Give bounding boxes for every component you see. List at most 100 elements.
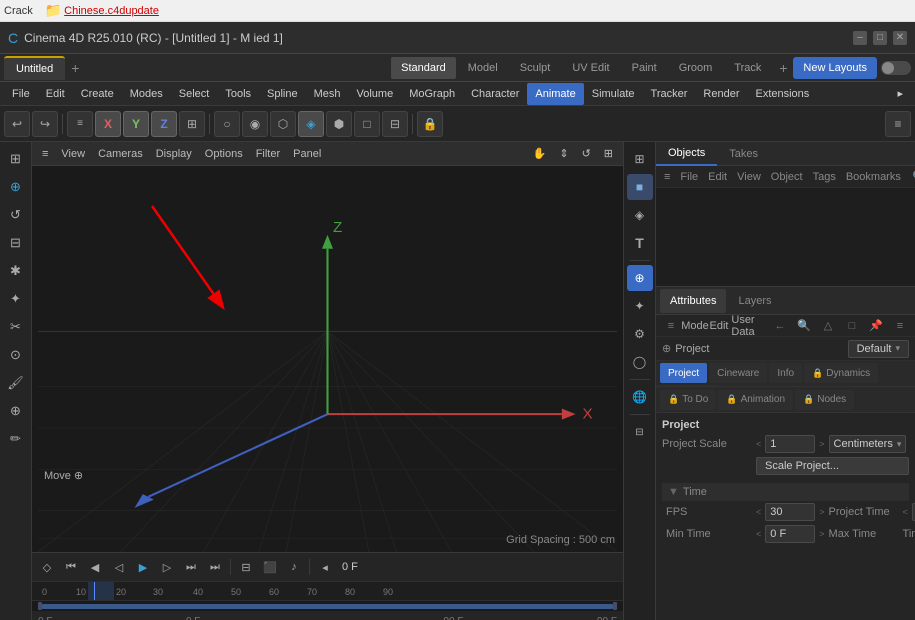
- tl-record[interactable]: ⬛: [259, 556, 281, 578]
- menu-volume[interactable]: Volume: [349, 83, 402, 105]
- viewport-menu-filter[interactable]: Filter: [250, 143, 286, 165]
- tab-untitled[interactable]: Untitled: [4, 56, 65, 80]
- obj-hamburger[interactable]: ≡: [660, 167, 674, 187]
- left-tool-paint[interactable]: 🖌: [3, 370, 29, 396]
- rt-btn-7[interactable]: ⚙: [627, 321, 653, 347]
- min-time-input[interactable]: 0 F: [765, 525, 815, 543]
- viewport-menu-panel[interactable]: Panel: [287, 143, 327, 165]
- layout-tab-standard[interactable]: Standard: [391, 57, 456, 79]
- viewport-menu-display[interactable]: Display: [150, 143, 198, 165]
- tab-add-button[interactable]: +: [65, 58, 85, 78]
- tl-left-arrow[interactable]: ◂: [314, 556, 336, 578]
- tl-next-frame[interactable]: ▷: [156, 556, 178, 578]
- layout-tab-uvedit[interactable]: UV Edit: [562, 57, 619, 79]
- menu-more[interactable]: ▸: [889, 83, 911, 105]
- rt-btn-8[interactable]: ◯: [627, 349, 653, 375]
- layout-tab-sculpt[interactable]: Sculpt: [510, 57, 561, 79]
- attr-expand-icon[interactable]: □: [841, 316, 863, 336]
- fps-arrow-left[interactable]: <: [756, 507, 761, 517]
- tl-prev-frame[interactable]: ◀: [84, 556, 106, 578]
- tl-last-frame[interactable]: ⏭: [204, 556, 226, 578]
- sub-tab-cineware[interactable]: Cineware: [709, 363, 767, 383]
- layouts-toggle[interactable]: [881, 61, 911, 75]
- menu-mesh[interactable]: Mesh: [306, 83, 349, 105]
- left-tool-scale[interactable]: ⊟: [3, 230, 29, 256]
- attr-more-icon[interactable]: ≡: [889, 316, 911, 336]
- proj-time-arrow-l[interactable]: <: [903, 507, 908, 517]
- min-arrow-r[interactable]: >: [819, 529, 824, 539]
- tool-3[interactable]: ⬡: [270, 111, 296, 137]
- sub-tab-project[interactable]: Project: [660, 363, 707, 383]
- left-tool-8[interactable]: ⊙: [3, 342, 29, 368]
- sub-tab-nodes[interactable]: 🔒 Nodes: [795, 390, 854, 410]
- redo-button[interactable]: ↪: [32, 111, 58, 137]
- obj-file[interactable]: File: [676, 167, 702, 187]
- obj-search-icon[interactable]: 🔍: [909, 167, 915, 187]
- rt-btn-10[interactable]: ⊟: [627, 419, 653, 445]
- viewport-hamburger[interactable]: ≡: [36, 143, 54, 165]
- obj-view[interactable]: View: [733, 167, 765, 187]
- viewport-menu-cameras[interactable]: Cameras: [92, 143, 149, 165]
- obj-edit[interactable]: Edit: [704, 167, 731, 187]
- menu-animate[interactable]: Animate: [527, 83, 583, 105]
- timeline-ruler[interactable]: 0 10 20 30 40 50 60 70 80 90: [32, 581, 623, 601]
- tool-7[interactable]: ⊟: [382, 111, 408, 137]
- menu-character[interactable]: Character: [463, 83, 527, 105]
- tool-5[interactable]: ⬢: [326, 111, 352, 137]
- left-tool-move[interactable]: ⊕: [3, 174, 29, 200]
- undo-button[interactable]: ↩: [4, 111, 30, 137]
- keyframe-button[interactable]: ◇: [36, 556, 58, 578]
- attr-sort-icon[interactable]: △: [817, 316, 839, 336]
- project-scale-unit[interactable]: Centimeters ▾: [829, 435, 907, 453]
- menu-extensions[interactable]: Extensions: [747, 83, 817, 105]
- rt-btn-2[interactable]: ■: [627, 174, 653, 200]
- menu-edit[interactable]: Edit: [38, 83, 73, 105]
- time-section-header[interactable]: ▼ Time: [662, 483, 909, 501]
- scale-arrow-right[interactable]: >: [819, 439, 824, 449]
- tool-lock[interactable]: 🔒: [417, 111, 443, 137]
- tool-2[interactable]: ◉: [242, 111, 268, 137]
- menu-create[interactable]: Create: [73, 83, 122, 105]
- tl-prev-key[interactable]: ⏮: [60, 556, 82, 578]
- viewport-nav-arrows[interactable]: ⇕: [553, 143, 574, 165]
- sub-tab-animation[interactable]: 🔒 Animation: [718, 390, 793, 410]
- layout-tab-track[interactable]: Track: [724, 57, 771, 79]
- default-dropdown[interactable]: Default ▾: [848, 340, 909, 358]
- attr-back-icon[interactable]: ←: [769, 316, 791, 336]
- left-tool-5[interactable]: ✱: [3, 258, 29, 284]
- maximize-button[interactable]: □: [873, 31, 887, 45]
- menu-tools[interactable]: Tools: [217, 83, 259, 105]
- coord-x-button[interactable]: X: [95, 111, 121, 137]
- sub-tab-info[interactable]: Info: [769, 363, 802, 383]
- fps-arrow-right[interactable]: >: [819, 507, 824, 517]
- menu-modes[interactable]: Modes: [122, 83, 171, 105]
- rt-btn-6[interactable]: ✦: [627, 293, 653, 319]
- fps-input[interactable]: 30: [765, 503, 815, 521]
- layout-add-button[interactable]: +: [773, 58, 793, 78]
- attr-user-data[interactable]: User Data: [732, 316, 754, 336]
- tool-6[interactable]: □: [354, 111, 380, 137]
- viewport-menu-view[interactable]: View: [55, 143, 91, 165]
- tl-next-key[interactable]: ⏭: [180, 556, 202, 578]
- tab-takes[interactable]: Takes: [717, 142, 770, 166]
- close-button[interactable]: ✕: [893, 31, 907, 45]
- left-tool-rotate[interactable]: ↺: [3, 202, 29, 228]
- menu-spline[interactable]: Spline: [259, 83, 306, 105]
- attr-hamburger[interactable]: ≡: [660, 316, 682, 336]
- coord-z-button[interactable]: Z: [151, 111, 177, 137]
- coord-y-button[interactable]: Y: [123, 111, 149, 137]
- layout-tab-paint[interactable]: Paint: [622, 57, 667, 79]
- obj-tags[interactable]: Tags: [809, 167, 840, 187]
- layout-tab-groom[interactable]: Groom: [669, 57, 723, 79]
- menu-mograph[interactable]: MoGraph: [401, 83, 463, 105]
- viewport-nav-rotate[interactable]: ↺: [576, 143, 597, 165]
- tl-play-reverse[interactable]: ◁: [108, 556, 130, 578]
- rt-btn-1[interactable]: ⊞: [627, 146, 653, 172]
- left-tool-11[interactable]: ✏: [3, 426, 29, 452]
- attr-mode[interactable]: Mode: [684, 316, 706, 336]
- tool-end[interactable]: ≡: [885, 111, 911, 137]
- attr-edit[interactable]: Edit: [708, 316, 730, 336]
- rt-btn-5[interactable]: ⊕: [627, 265, 653, 291]
- rt-btn-9[interactable]: 🌐: [627, 384, 653, 410]
- scale-arrow-left[interactable]: <: [756, 439, 761, 449]
